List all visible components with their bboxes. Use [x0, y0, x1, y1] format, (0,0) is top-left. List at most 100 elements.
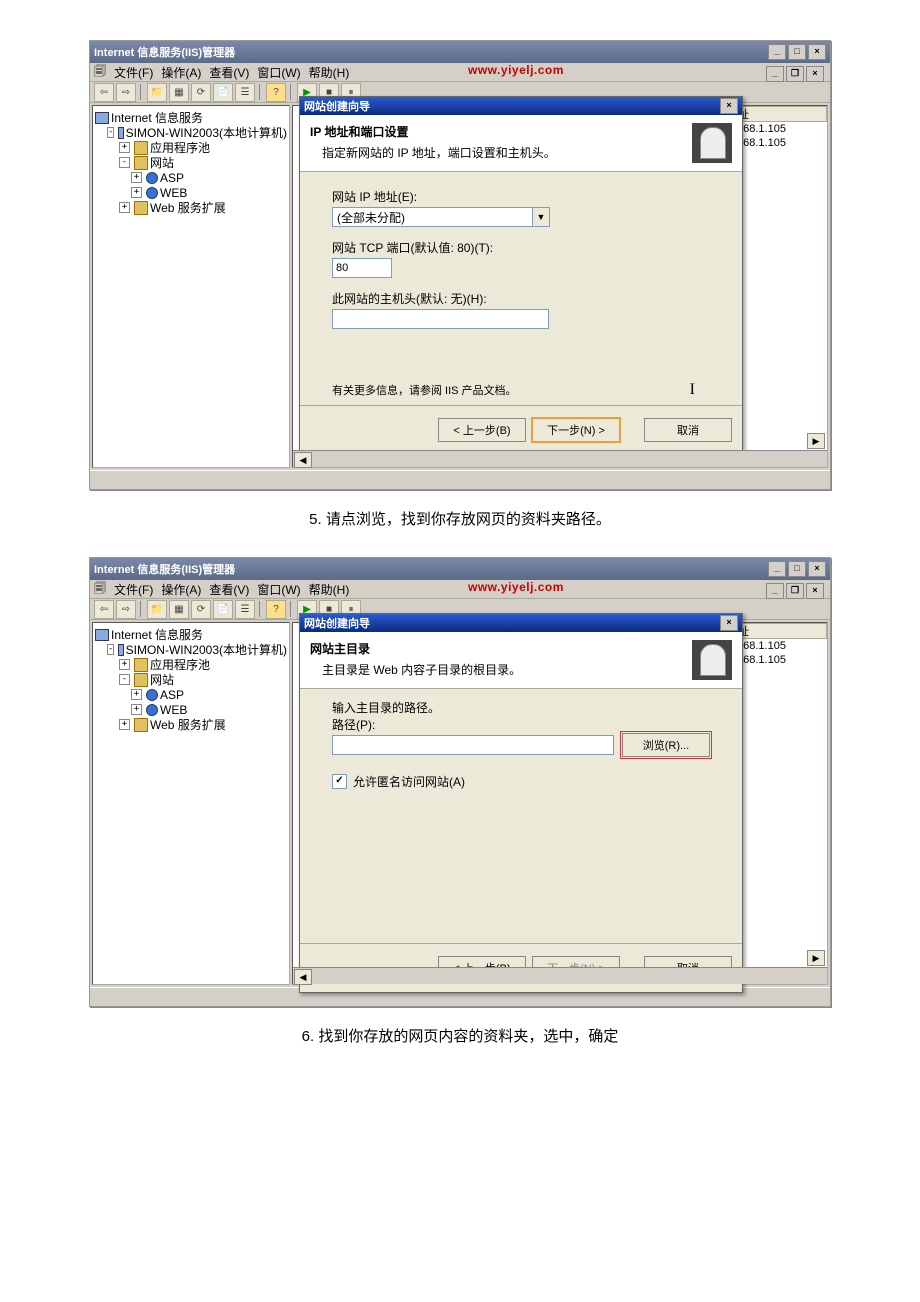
- path-label: 路径(P):: [332, 718, 375, 732]
- close-button[interactable]: ×: [808, 44, 826, 60]
- menu-action[interactable]: 操作(A): [161, 581, 201, 598]
- tree-sites[interactable]: 网站: [150, 671, 174, 688]
- wizard-subheading: 指定新网站的 IP 地址，端口设置和主机头。: [310, 144, 692, 161]
- ip-row-2: 168.1.105: [735, 653, 827, 667]
- next-button[interactable]: 下一步(N) >: [532, 418, 620, 442]
- ip-value: (全部未分配): [337, 209, 405, 226]
- maximize-button[interactable]: □: [788, 44, 806, 60]
- mdi-minimize-button[interactable]: _: [766, 583, 784, 599]
- back-icon[interactable]: ⇦: [94, 83, 114, 102]
- list-icon[interactable]: ☰: [235, 83, 255, 102]
- tree-web[interactable]: WEB: [160, 703, 187, 717]
- scroll-left-icon[interactable]: ◀: [294, 452, 312, 468]
- minimize-button[interactable]: _: [768, 561, 786, 577]
- help-icon[interactable]: ?: [266, 600, 286, 619]
- back-button[interactable]: < 上一步(B): [438, 418, 526, 442]
- anon-label: 允许匿名访问网站(A): [353, 773, 465, 790]
- text-cursor-icon: I: [690, 381, 695, 399]
- host-input[interactable]: [332, 309, 549, 329]
- tree-asp[interactable]: ASP: [160, 688, 184, 702]
- list-icon[interactable]: ☰: [235, 600, 255, 619]
- iis-root-icon: [95, 112, 109, 124]
- anon-checkbox[interactable]: ✓: [332, 774, 347, 789]
- export-icon[interactable]: 📄: [213, 600, 233, 619]
- tree-ext[interactable]: Web 服务扩展: [150, 199, 226, 216]
- forward-icon[interactable]: ⇨: [116, 83, 136, 102]
- help-icon[interactable]: ?: [266, 83, 286, 102]
- forward-icon[interactable]: ⇨: [116, 600, 136, 619]
- mdi-close-button[interactable]: ×: [806, 583, 824, 599]
- refresh-icon[interactable]: ⟳: [191, 83, 211, 102]
- back-icon[interactable]: ⇦: [94, 600, 114, 619]
- port-label: 网站 TCP 端口(默认值: 80)(T):: [332, 239, 710, 256]
- scroll-right-icon[interactable]: ▶: [807, 433, 825, 449]
- col-addr: 址: [735, 623, 827, 639]
- ip-row-1: 168.1.105: [735, 639, 827, 653]
- refresh-icon[interactable]: ⟳: [191, 600, 211, 619]
- menu-window[interactable]: 窗口(W): [257, 64, 300, 81]
- minimize-button[interactable]: _: [768, 44, 786, 60]
- watermark: www.yiyelj.com: [468, 63, 564, 77]
- folder-icon: [134, 201, 148, 215]
- up-icon[interactable]: 📁: [147, 83, 167, 102]
- collapse-icon[interactable]: -: [119, 157, 130, 168]
- menu-view[interactable]: 查看(V): [209, 64, 249, 81]
- expand-icon[interactable]: -: [107, 127, 114, 138]
- maximize-button[interactable]: □: [788, 561, 806, 577]
- ip-row-2: 168.1.105: [735, 136, 827, 150]
- scroll-right-icon[interactable]: ▶: [807, 950, 825, 966]
- menu-file[interactable]: 文件(F): [114, 581, 153, 598]
- cancel-button[interactable]: 取消: [644, 418, 732, 442]
- detail-panel: 址 168.1.105 168.1.105 网站创建向导 × 网站主目录 主目录…: [292, 622, 828, 985]
- menu-file[interactable]: 文件(F): [114, 64, 153, 81]
- expand-icon[interactable]: +: [119, 719, 130, 730]
- app-titlebar: Internet 信息服务(IIS)管理器 _ □ ×: [90, 558, 830, 580]
- folder-icon: [134, 673, 148, 687]
- menu-window[interactable]: 窗口(W): [257, 581, 300, 598]
- tree-ext[interactable]: Web 服务扩展: [150, 716, 226, 733]
- tree-asp[interactable]: ASP: [160, 171, 184, 185]
- mdi-restore-button[interactable]: ❐: [786, 66, 804, 82]
- expand-icon[interactable]: +: [119, 142, 130, 153]
- tree-sites[interactable]: 网站: [150, 154, 174, 171]
- expand-icon[interactable]: +: [131, 187, 142, 198]
- caption-2: 6. 找到你存放的网页内容的资料夹，选中，确定: [0, 1025, 920, 1046]
- wizard-note: 有关更多信息，请参阅 IIS 产品文档。: [332, 385, 517, 397]
- wizard-titlebar: 网站创建向导 ×: [300, 97, 742, 115]
- expand-icon[interactable]: +: [131, 704, 142, 715]
- wizard-close-button[interactable]: ×: [720, 98, 738, 114]
- folder-icon: [134, 658, 148, 672]
- menu-bar: 🗐 文件(F) 操作(A) 查看(V) 窗口(W) 帮助(H): [90, 63, 830, 82]
- tree-web[interactable]: WEB: [160, 186, 187, 200]
- ip-dropdown[interactable]: (全部未分配) ▼: [332, 207, 550, 227]
- folder-icon: [134, 718, 148, 732]
- menu-help[interactable]: 帮助(H): [309, 64, 350, 81]
- menu-help[interactable]: 帮助(H): [309, 581, 350, 598]
- wizard-close-button[interactable]: ×: [720, 615, 738, 631]
- expand-icon[interactable]: +: [131, 689, 142, 700]
- properties-icon[interactable]: ▦: [169, 600, 189, 619]
- mdi-close-button[interactable]: ×: [806, 66, 824, 82]
- close-button[interactable]: ×: [808, 561, 826, 577]
- expand-icon[interactable]: +: [131, 172, 142, 183]
- up-icon[interactable]: 📁: [147, 600, 167, 619]
- chevron-down-icon[interactable]: ▼: [532, 208, 549, 226]
- menu-action[interactable]: 操作(A): [161, 64, 201, 81]
- expand-icon[interactable]: +: [119, 202, 130, 213]
- path-input[interactable]: [332, 735, 614, 755]
- app-title: Internet 信息服务(IIS)管理器: [94, 561, 235, 577]
- mdi-minimize-button[interactable]: _: [766, 66, 784, 82]
- site-icon: [146, 187, 158, 199]
- expand-icon[interactable]: +: [119, 659, 130, 670]
- browse-button[interactable]: 浏览(R)...: [622, 733, 710, 757]
- menu-view[interactable]: 查看(V): [209, 581, 249, 598]
- port-input[interactable]: 80: [332, 258, 392, 278]
- wizard-heading: IP 地址和端口设置: [310, 123, 692, 140]
- collapse-icon[interactable]: -: [119, 674, 130, 685]
- col-addr: 址: [735, 106, 827, 122]
- properties-icon[interactable]: ▦: [169, 83, 189, 102]
- export-icon[interactable]: 📄: [213, 83, 233, 102]
- mdi-restore-button[interactable]: ❐: [786, 583, 804, 599]
- expand-icon[interactable]: -: [107, 644, 114, 655]
- scroll-left-icon[interactable]: ◀: [294, 969, 312, 985]
